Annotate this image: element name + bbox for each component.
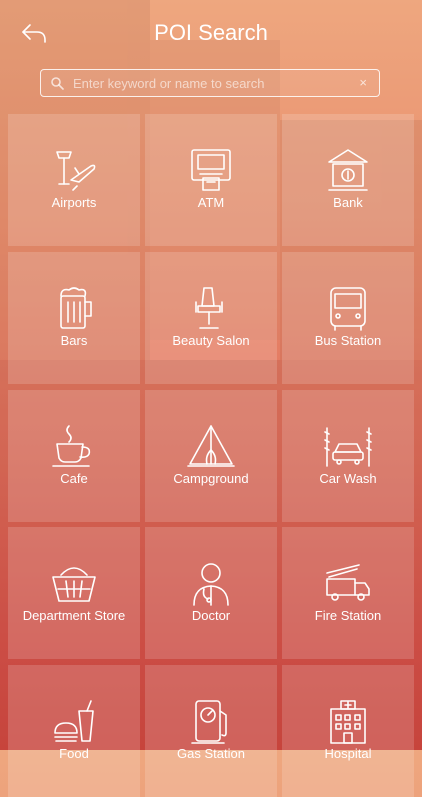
category-label: Hospital: [324, 746, 372, 761]
page-title: POI Search: [154, 20, 268, 45]
category-label: Bus Station: [314, 333, 382, 348]
bus-icon: [330, 287, 366, 331]
doctor-icon: [193, 563, 229, 606]
category-label: Airports: [51, 195, 97, 210]
category-tile-doctor[interactable]: Doctor: [145, 527, 277, 659]
search-input[interactable]: [73, 70, 343, 96]
category-label: Bank: [333, 195, 363, 210]
category-tile-car-wash[interactable]: Car Wash: [282, 390, 414, 522]
basket-icon: [52, 567, 96, 602]
airport-icon: [56, 151, 96, 191]
salon-chair-icon: [195, 287, 223, 329]
category-label: Cafe: [60, 471, 88, 486]
category-label: Food: [59, 746, 89, 761]
category-label: Beauty Salon: [172, 333, 250, 348]
category-tile-hospital[interactable]: Hospital: [282, 665, 414, 797]
header-bar: POI Search: [0, 0, 422, 64]
category-label: Bars: [60, 333, 88, 348]
hospital-icon: [330, 700, 366, 744]
category-tile-fire-station[interactable]: Fire Station: [282, 527, 414, 659]
category-label: Gas Station: [177, 746, 245, 761]
fast-food-icon: [54, 700, 94, 742]
gas-pump-icon: [191, 700, 227, 744]
category-tile-campground[interactable]: Campground: [145, 390, 277, 522]
category-tile-department-store[interactable]: Department Store: [8, 527, 140, 659]
fire-truck-icon: [326, 564, 370, 601]
search-icon: [51, 77, 64, 90]
coffee-cup-icon: [52, 425, 91, 467]
category-tile-gas-station[interactable]: Gas Station: [145, 665, 277, 797]
bank-icon: [328, 149, 368, 191]
tent-icon: [187, 425, 235, 467]
category-label: Doctor: [191, 608, 231, 623]
atm-icon: [191, 149, 231, 191]
category-label: Car Wash: [319, 471, 377, 486]
category-tile-bank[interactable]: Bank: [282, 114, 414, 246]
category-tile-atm[interactable]: ATM: [145, 114, 277, 246]
car-wash-icon: [324, 427, 372, 467]
category-label: ATM: [197, 195, 225, 210]
category-tile-beauty-salon[interactable]: Beauty Salon: [145, 252, 277, 384]
category-label: Department Store: [22, 608, 126, 623]
category-tile-bars[interactable]: Bars: [8, 252, 140, 384]
category-label: Campground: [173, 471, 249, 486]
category-tile-cafe[interactable]: Cafe: [8, 390, 140, 522]
search-bar: ×: [40, 69, 380, 97]
category-tile-bus-station[interactable]: Bus Station: [282, 252, 414, 384]
category-tile-airports[interactable]: Airports: [8, 114, 140, 246]
category-tile-food[interactable]: Food: [8, 665, 140, 797]
category-label: Fire Station: [314, 608, 382, 623]
beer-icon: [60, 287, 92, 329]
clear-search-button[interactable]: ×: [359, 75, 367, 90]
